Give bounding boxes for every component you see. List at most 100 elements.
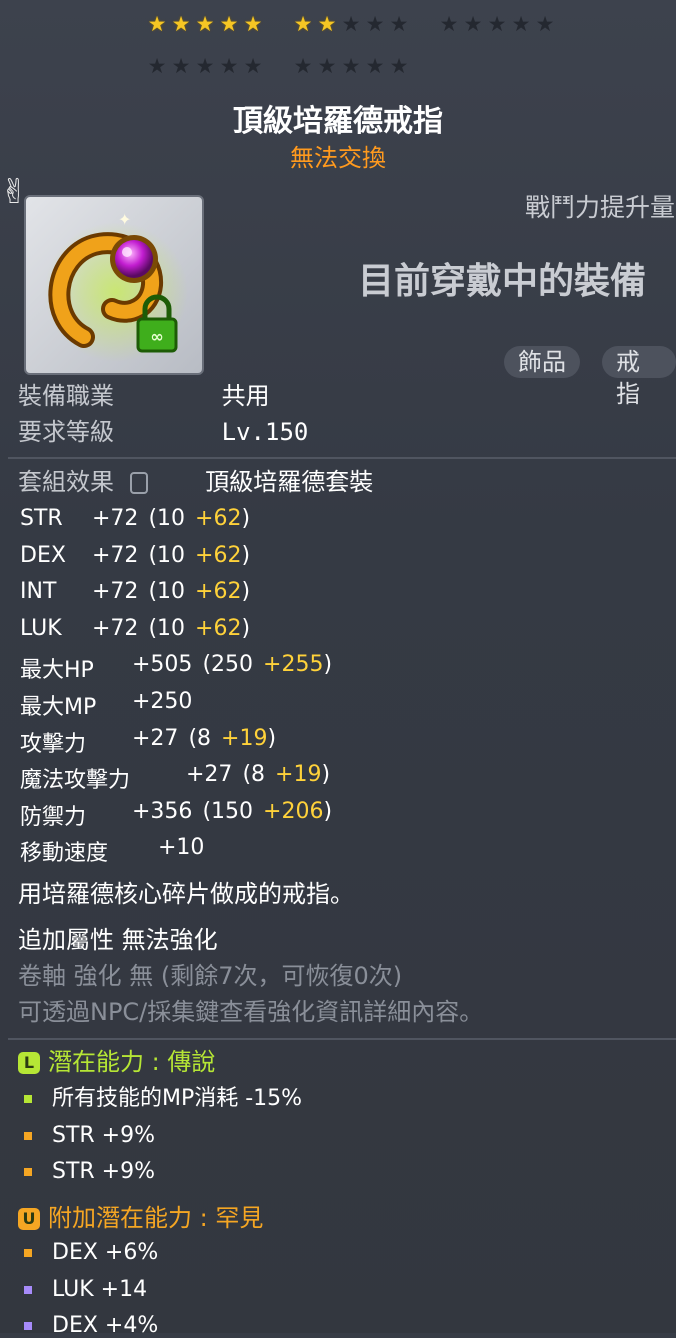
star-filled-icon: ★ xyxy=(317,12,337,36)
star-empty-icon: ★ xyxy=(147,54,167,78)
stat-name: STR xyxy=(20,506,63,531)
star-empty-icon: ★ xyxy=(511,12,531,36)
stat-bonus: +206 xyxy=(263,798,324,824)
star-filled-icon: ★ xyxy=(147,12,167,36)
star-empty-icon: ★ xyxy=(171,54,191,78)
stat-name: LUK xyxy=(20,615,62,641)
star-empty-icon: ★ xyxy=(389,54,409,78)
stat-row: 最大HP +505 (250 +255) xyxy=(20,652,332,684)
star-force-row-2: ★ ★ ★ ★ ★ ★ ★ ★ ★ ★ xyxy=(145,56,433,77)
stat-total: +250 xyxy=(132,689,193,714)
stat-total: +72 xyxy=(92,506,139,531)
stat-row: LUK +72 (10 +62) xyxy=(20,616,250,641)
bullet-icon xyxy=(24,1168,32,1176)
potential-line: STR +9% xyxy=(24,1161,155,1183)
potential-line-text: 所有技能的MP消耗 -15% xyxy=(52,1086,303,1111)
star-force-row-1: ★ ★ ★ ★ ★ ★ ★ ★ ★ ★ ★ ★ ★ ★ ★ xyxy=(145,14,579,35)
req-job: 裝備職業 共用 xyxy=(18,384,270,408)
stat-close: ) xyxy=(241,506,251,531)
stat-bonus: +19 xyxy=(221,725,268,751)
stat-total: +72 xyxy=(92,542,139,568)
combat-power-label: 戰鬥力提升量 xyxy=(525,193,676,222)
stat-base: (150 xyxy=(202,798,254,824)
divider xyxy=(8,457,676,459)
item-description: 用培羅德核心碎片做成的戒指。 xyxy=(18,880,354,908)
star-empty-icon: ★ xyxy=(293,54,313,78)
stat-row: 魔法攻擊力 +27 (8 +19) xyxy=(20,762,330,794)
item-name: 頂級培羅德戒指 xyxy=(233,104,443,139)
potential-line-text: STR +9% xyxy=(52,1122,156,1148)
stat-base: (250 xyxy=(202,652,254,678)
tag-accessory: 飾品 xyxy=(504,346,580,378)
stat-name: 攻擊力 xyxy=(20,731,87,757)
bullet-icon xyxy=(24,1249,32,1257)
star-group: ★ ★ ★ ★ ★ xyxy=(291,56,411,77)
star-empty-icon: ★ xyxy=(317,54,337,78)
req-job-label: 裝備職業 xyxy=(18,382,114,410)
star-filled-icon: ★ xyxy=(171,12,191,36)
additional-potential-title: 附加潛在能力 : 罕見 xyxy=(48,1204,264,1232)
stat-close: ) xyxy=(267,725,277,751)
additional-attr: 追加屬性 無法強化 xyxy=(18,926,218,954)
ring-icon: ∞ ✦ xyxy=(44,210,188,362)
stat-base: (10 xyxy=(148,579,186,605)
potential-line-text: DEX +6% xyxy=(52,1240,159,1265)
star-group: ★ ★ ★ ★ ★ xyxy=(145,14,265,35)
star-empty-icon: ★ xyxy=(463,12,483,36)
star-empty-icon: ★ xyxy=(487,12,507,36)
stat-base: (8 xyxy=(188,725,212,751)
star-empty-icon: ★ xyxy=(341,12,361,36)
potential-line-text: DEX +4% xyxy=(52,1313,159,1338)
tag-ring: 戒指 xyxy=(602,346,676,408)
potential-line: LUK +14 xyxy=(24,1276,148,1302)
stat-bonus: +19 xyxy=(275,762,322,788)
stat-base: (10 xyxy=(148,542,186,568)
legendary-badge-icon: L xyxy=(18,1052,40,1074)
set-effect-value: 頂級培羅德套裝 xyxy=(205,468,374,496)
additional-potential-header: U 附加潛在能力 : 罕見 xyxy=(18,1206,263,1230)
npc-note: 可透過NPC/採集鍵查看強化資訊詳細內容。 xyxy=(18,998,484,1026)
stat-bonus: +62 xyxy=(195,542,242,568)
stat-base: (10 xyxy=(148,506,186,531)
bullet-icon xyxy=(24,1095,32,1103)
stat-total: +72 xyxy=(92,615,139,641)
star-empty-icon: ★ xyxy=(341,54,361,78)
stat-name: 魔法攻擊力 xyxy=(20,768,131,794)
stat-name: 移動速度 xyxy=(20,841,109,867)
star-group: ★ ★ ★ ★ ★ xyxy=(145,56,265,77)
potential-line-text: STR +9% xyxy=(52,1159,156,1184)
stat-name: DEX xyxy=(20,542,66,568)
bullet-icon xyxy=(24,1131,32,1140)
star-empty-icon: ★ xyxy=(195,54,215,78)
star-group: ★ ★ ★ ★ ★ xyxy=(437,14,557,35)
star-empty-icon: ★ xyxy=(243,54,263,78)
stat-bonus: +255 xyxy=(263,652,324,678)
unique-badge-icon: U xyxy=(18,1208,40,1230)
item-tooltip: ★ ★ ★ ★ ★ ★ ★ ★ ★ ★ ★ ★ ★ ★ ★ ★ ★ ★ ★ ★ ★ ★ ★ ★ ★ 頂級培羅德戒指 無法交換 … xyxy=(0,0,676,1337)
star-filled-icon: ★ xyxy=(243,12,263,36)
potential-line: DEX +6% xyxy=(24,1242,158,1264)
stat-row: INT +72 (10 +62) xyxy=(20,579,250,604)
stat-row: 防禦力 +356 (150 +206) xyxy=(20,799,332,831)
star-empty-icon: ★ xyxy=(535,12,555,36)
stat-close: ) xyxy=(241,579,251,605)
svg-text:✦: ✦ xyxy=(118,210,131,229)
potential-line-text: LUK +14 xyxy=(52,1276,148,1302)
potential-line: STR +9% xyxy=(24,1122,156,1148)
potential-title: 潛在能力 : 傳說 xyxy=(48,1048,216,1076)
stat-close: ) xyxy=(323,798,333,824)
stat-row: 移動速度 +10 xyxy=(20,835,224,867)
potential-line: DEX +4% xyxy=(24,1315,158,1337)
stat-base: (10 xyxy=(148,615,186,641)
star-filled-icon: ★ xyxy=(293,12,313,36)
star-empty-icon: ★ xyxy=(439,12,459,36)
stat-bonus: +62 xyxy=(195,506,242,531)
trade-status: 無法交換 xyxy=(290,144,386,172)
equipped-label: 目前穿戴中的裝備 xyxy=(358,261,647,302)
stat-row: STR +72 (10 +62) xyxy=(20,506,250,531)
stat-close: ) xyxy=(321,762,331,788)
stat-name: 最大HP xyxy=(20,658,94,684)
scroll-info: 卷軸 強化 無 (剩餘7次，可恢復0次) xyxy=(18,962,403,990)
set-effect-label: 套組效果 xyxy=(18,468,114,496)
stat-bonus: +62 xyxy=(195,579,242,605)
